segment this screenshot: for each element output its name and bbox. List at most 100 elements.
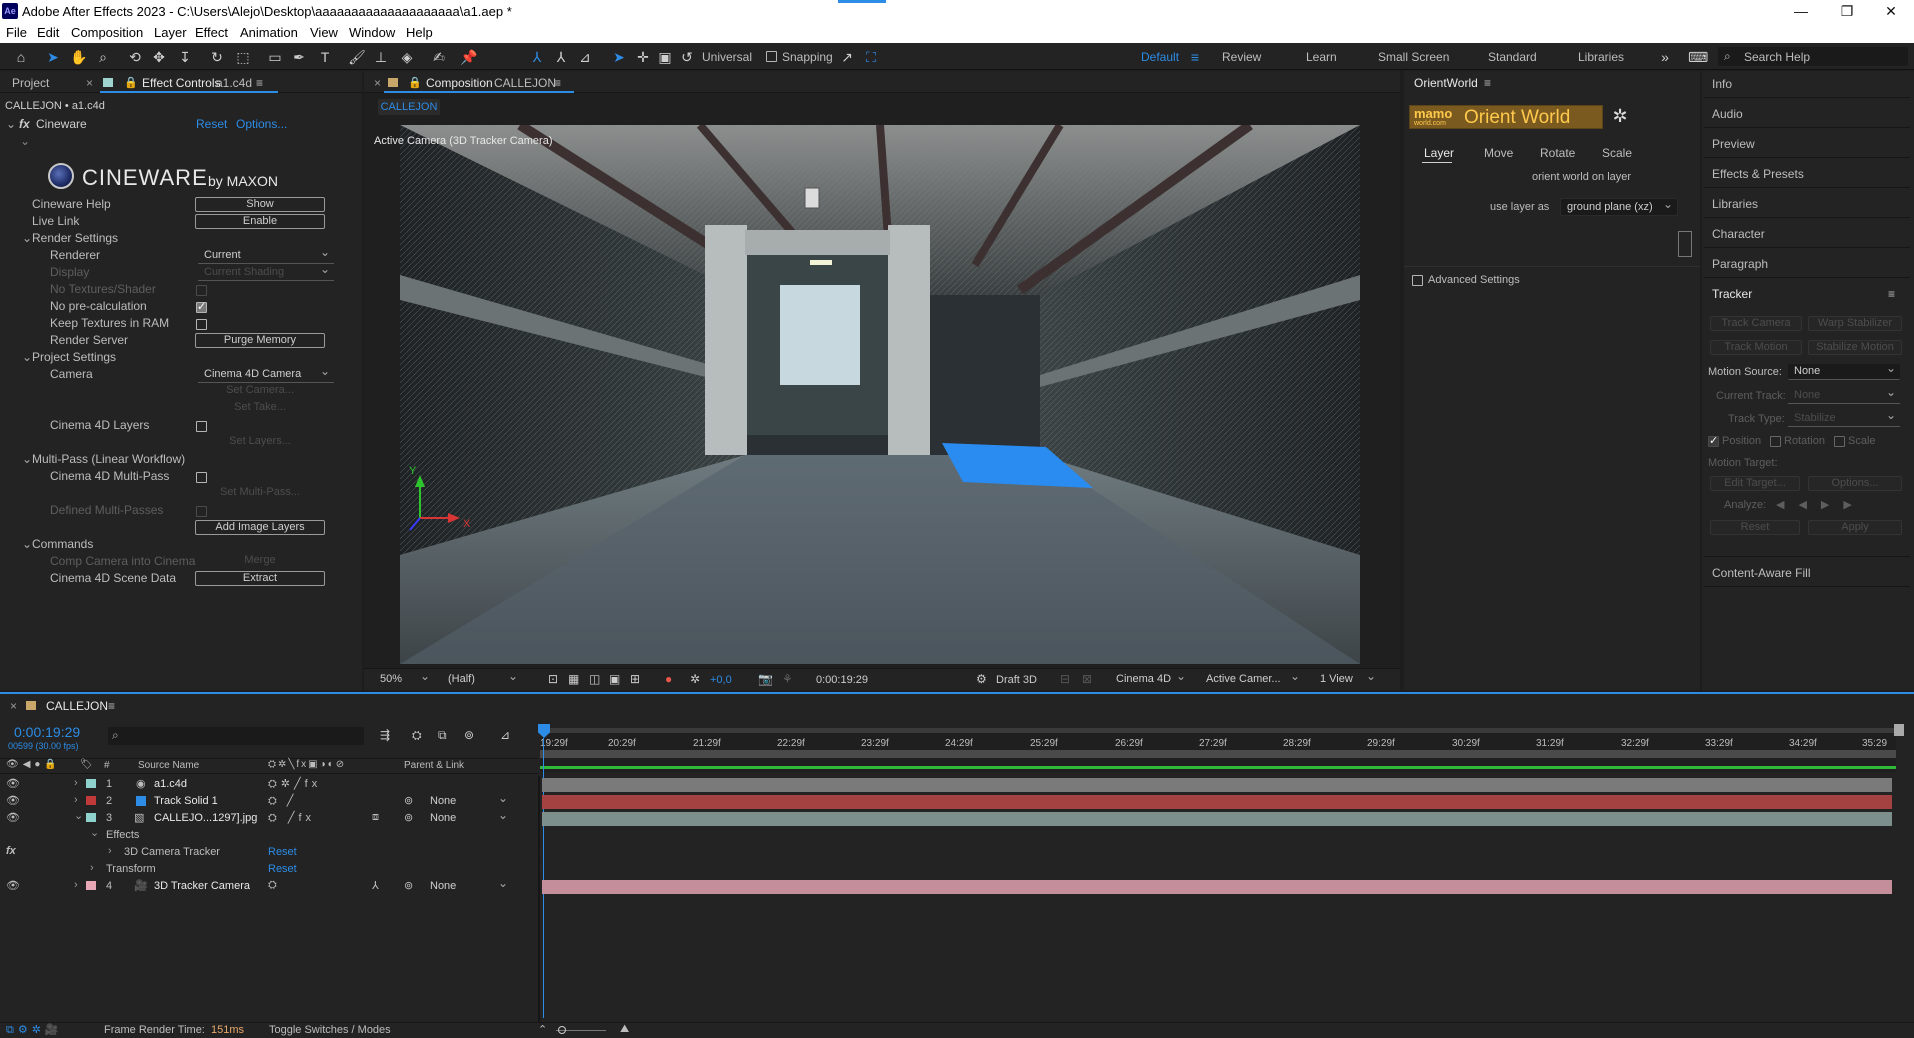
draft-3d-toggle-icon[interactable]: ⛭ <box>412 728 422 743</box>
universal-select-icon[interactable]: ➤ <box>610 48 628 66</box>
workspace-libraries[interactable]: Libraries <box>1578 50 1624 64</box>
mask-visibility-icon[interactable]: ◫ <box>589 672 600 686</box>
draft-3d-label[interactable]: Draft 3D <box>996 674 1037 686</box>
column-source-name[interactable]: Source Name <box>138 760 199 771</box>
shy-layers-icon[interactable]: ⧉ <box>438 728 447 743</box>
3d-renderer-dropdown[interactable]: Cinema 4D <box>1110 669 1190 688</box>
extended-viewer-icon[interactable]: ⊟ <box>1060 672 1070 686</box>
tab-orient-world[interactable]: OrientWorld <box>1414 76 1478 90</box>
menu-effect[interactable]: Effect <box>195 25 228 40</box>
layer-row-4[interactable]: 👁 › 4 🎥 3D Tracker Camera ⛭ ⅄ ⊚ None <box>0 876 540 895</box>
set-take-button[interactable]: Set Take... <box>195 401 325 416</box>
move-gizmo-icon[interactable]: ✛ <box>634 48 652 66</box>
snapshot-icon[interactable]: 📷 <box>758 672 773 686</box>
no-textures-checkbox[interactable] <box>196 285 207 296</box>
composition-viewer[interactable]: Y X <box>400 125 1360 664</box>
parent-pickwhip-icon[interactable]: ⊚ <box>404 811 413 824</box>
position-checkbox[interactable] <box>1708 434 1719 447</box>
effect-reset-link[interactable]: Reset <box>196 117 227 131</box>
timeline-tab-name[interactable]: CALLEJON <box>46 699 108 713</box>
world-axis-icon[interactable]: ⅄ <box>552 48 570 66</box>
timeline-zoom-handle[interactable] <box>558 1026 566 1034</box>
camera-tracker-reset-link[interactable]: Reset <box>268 846 297 858</box>
av-switches-icon[interactable]: 👁◀●🔒 <box>6 759 61 770</box>
layer-label-color[interactable] <box>86 881 96 890</box>
layer-bar-3[interactable] <box>542 812 1892 826</box>
effects-collapse-chevron-icon[interactable]: ⌄ <box>90 826 99 839</box>
sub-chevron-icon[interactable]: ⌄ <box>20 134 30 148</box>
camera-tracker-row[interactable]: fx › 3D Camera Tracker Reset <box>0 844 540 861</box>
camera-tracker-chevron-icon[interactable]: › <box>108 845 112 857</box>
commands-chevron-icon[interactable]: ⌄ <box>22 537 32 551</box>
menu-edit[interactable]: Edit <box>37 25 59 40</box>
keyboard-icon[interactable]: ⌨ <box>1688 48 1708 66</box>
no-precalc-checkbox[interactable] <box>196 300 207 313</box>
purge-memory-button[interactable]: Purge Memory <box>195 333 325 348</box>
track-motion-button[interactable]: Track Motion <box>1710 340 1802 355</box>
c4d-multipass-checkbox[interactable] <box>196 472 207 483</box>
toggle-switches-modes[interactable]: Toggle Switches / Modes <box>269 1024 391 1036</box>
label-column-icon[interactable]: 🏷 <box>80 759 93 770</box>
set-camera-button[interactable]: Set Camera... <box>195 384 325 399</box>
timeline-search-input[interactable]: ⌕ <box>108 727 364 745</box>
orient-settings-gear-icon[interactable]: ✲ <box>1609 105 1631 127</box>
rotate-gizmo-icon[interactable]: ↺ <box>678 48 696 66</box>
status-icons[interactable]: ⧉⚙✲🎥 <box>6 1023 63 1037</box>
snap-icon[interactable]: ↗ <box>838 48 856 66</box>
layer-row-2[interactable]: 👁 › 2 Track Solid 1 ⛭╱ ⊚ None <box>0 791 540 810</box>
collapse-chevron-icon[interactable]: ⌄ <box>6 117 16 131</box>
show-snapshot-icon[interactable]: ⚘ <box>782 672 793 686</box>
camera-motion-icon[interactable]: ⅄ <box>372 879 379 892</box>
comp-timecode[interactable]: 0:00:19:29 <box>816 674 868 686</box>
layer-switches-icon[interactable]: ⛭✲╱fx <box>268 777 321 791</box>
panel-effects-presets[interactable]: Effects & Presets <box>1712 167 1804 181</box>
use-layer-dropdown[interactable]: ground plane (xz) <box>1560 196 1678 216</box>
brush-tool-icon[interactable]: 🖌 <box>348 48 366 66</box>
panel-info[interactable]: Info <box>1712 77 1732 91</box>
transparency-grid-icon[interactable]: ▦ <box>568 672 579 686</box>
add-image-layers-button[interactable]: Add Image Layers <box>195 520 325 535</box>
extract-button[interactable]: Extract <box>195 571 325 586</box>
edit-target-button[interactable]: Edit Target... <box>1710 476 1800 491</box>
close-comp-tab-icon[interactable]: × <box>374 76 381 90</box>
menu-help[interactable]: Help <box>406 25 433 40</box>
menu-file[interactable]: File <box>6 25 27 40</box>
layer-switches-icon[interactable]: ⛭ ╱fx <box>268 811 315 825</box>
workspace-standard[interactable]: Standard <box>1488 50 1537 64</box>
layer-name[interactable]: Track Solid 1 <box>154 795 218 807</box>
orient-tab-scale[interactable]: Scale <box>1602 146 1632 160</box>
tab-project[interactable]: Project <box>12 76 49 90</box>
renderer-dropdown[interactable]: Current <box>198 245 334 264</box>
frame-blending-icon[interactable]: ⊚ <box>464 728 474 742</box>
display-dropdown[interactable]: Current Shading <box>198 262 334 281</box>
menu-composition[interactable]: Composition <box>71 25 143 40</box>
orient-tab-layer[interactable]: Layer <box>1424 146 1454 160</box>
workspace-overflow-icon[interactable]: » <box>1656 48 1674 66</box>
work-area-end-handle[interactable] <box>1894 724 1904 736</box>
workspace-default[interactable]: Default <box>1141 50 1179 64</box>
rectangle-tool-icon[interactable]: ▭ <box>266 48 284 66</box>
roto-brush-icon[interactable]: ✍ <box>430 48 448 66</box>
orient-tab-rotate[interactable]: Rotate <box>1540 146 1575 160</box>
layer-label-color[interactable] <box>86 813 96 822</box>
search-help-box[interactable]: ⌕ Search Help <box>1718 47 1908 66</box>
analyze-controls-icon[interactable]: ◀◀▶▶ <box>1776 498 1866 511</box>
defined-multipasses-checkbox[interactable] <box>196 506 207 517</box>
transform-reset-link[interactable]: Reset <box>268 863 297 875</box>
tracker-reset-button[interactable]: Reset <box>1710 520 1800 535</box>
comp-lock-icon[interactable]: 🔒 <box>408 76 422 89</box>
stabilize-motion-button[interactable]: Stabilize Motion <box>1808 340 1902 355</box>
set-layers-button[interactable]: Set Layers... <box>195 435 325 450</box>
resolution-dropdown[interactable]: (Half) <box>442 669 522 688</box>
advanced-settings-checkbox[interactable] <box>1412 275 1423 286</box>
rotation-checkbox[interactable] <box>1770 436 1781 447</box>
work-area-bar[interactable] <box>540 728 1896 733</box>
dolly-camera-icon[interactable]: ↧ <box>176 48 194 66</box>
parent-pickwhip-icon[interactable]: ⊚ <box>404 879 413 892</box>
comp-panel-menu-icon[interactable]: ≡ <box>554 76 561 90</box>
effect-options-link[interactable]: Options... <box>236 117 287 131</box>
warp-stabilizer-button[interactable]: Warp Stabilizer <box>1808 316 1902 331</box>
layer-expand-chevron-icon[interactable]: › <box>74 777 78 789</box>
clone-stamp-icon[interactable]: ⊥ <box>372 48 390 66</box>
track-type-dropdown[interactable]: Stabilize <box>1788 408 1900 427</box>
